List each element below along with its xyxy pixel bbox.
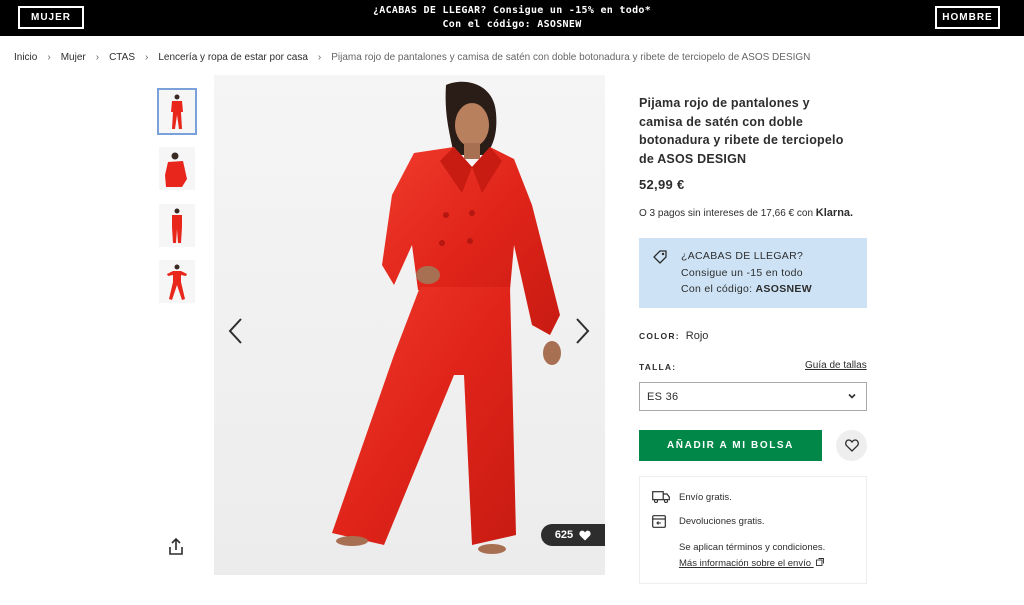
klarna-installments: O 3 pagos sin intereses de 17,66 € con K… bbox=[639, 207, 853, 219]
model-thumbnail-image bbox=[171, 94, 183, 129]
promo-box-line3: Con el código: ASOSNEW bbox=[681, 281, 812, 298]
breadcrumb-home[interactable]: Inicio bbox=[14, 52, 37, 63]
free-returns-row: Devoluciones gratis. bbox=[652, 515, 765, 528]
klarna-text: O 3 pagos sin intereses de 17,66 € con bbox=[639, 208, 814, 219]
model-photo-illustration bbox=[214, 75, 605, 575]
price-tag-icon bbox=[653, 250, 667, 264]
free-shipping-row: Envío gratis. bbox=[652, 491, 732, 503]
size-guide-link[interactable]: Guía de tallas bbox=[805, 360, 867, 371]
share-icon[interactable] bbox=[166, 537, 186, 557]
chevron-left-icon[interactable] bbox=[226, 316, 246, 346]
returns-icon bbox=[652, 515, 666, 528]
promo-box-line2: Consigue un -15 en todo bbox=[681, 266, 803, 279]
likes-count: 625 bbox=[554, 529, 574, 541]
color-option: COLOR: Rojo bbox=[639, 330, 708, 342]
free-shipping-text: Envío gratis. bbox=[679, 491, 732, 503]
promo-box-line1: ¿ACABAS DE LLEGAR? bbox=[681, 250, 804, 262]
breadcrumb-women[interactable]: Mujer bbox=[61, 52, 86, 63]
breadcrumb-current-product: Pijama rojo de pantalones y camisa de sa… bbox=[331, 51, 811, 63]
model-thumbnail-image bbox=[167, 264, 187, 300]
shipping-info-link-text: Más información sobre el envío bbox=[679, 558, 812, 569]
gallery-thumbnail[interactable] bbox=[159, 260, 195, 303]
size-label: TALLA: bbox=[639, 362, 677, 372]
color-value: Rojo bbox=[685, 330, 709, 342]
product-title: Pijama rojo de pantalones y camisa de sa… bbox=[639, 96, 844, 166]
heart-icon bbox=[579, 530, 591, 540]
breadcrumb-separator-icon: › bbox=[145, 51, 149, 63]
breadcrumb-ctas[interactable]: CTAS bbox=[109, 52, 135, 63]
size-select[interactable]: ES 36 bbox=[639, 382, 867, 411]
free-returns-text: Devoluciones gratis. bbox=[679, 516, 765, 527]
promo-banner-line1: ¿ACABAS DE LLEGAR? Consigue un -15% en t… bbox=[372, 5, 652, 16]
breadcrumb-separator-icon: › bbox=[95, 51, 100, 63]
likes-counter[interactable]: 625 bbox=[541, 524, 605, 546]
product-price: 52,99 € bbox=[639, 177, 685, 192]
terms-text: Se aplican términos y condiciones. bbox=[679, 542, 826, 553]
heart-outline-icon bbox=[844, 439, 859, 452]
men-button[interactable]: HOMBRE bbox=[935, 6, 1000, 29]
breadcrumb-separator-icon: › bbox=[317, 51, 322, 63]
color-label: COLOR: bbox=[639, 331, 680, 341]
add-to-bag-button[interactable]: AÑADIR A MI BOLSA bbox=[639, 430, 822, 461]
chevron-right-icon[interactable] bbox=[572, 316, 592, 346]
promo-code: ASOSNEW bbox=[755, 283, 812, 295]
save-for-later-button[interactable] bbox=[836, 430, 867, 461]
women-button[interactable]: MUJER bbox=[18, 6, 84, 29]
gallery-thumbnail[interactable] bbox=[159, 147, 195, 190]
promo-topbar: MUJER ¿ACABAS DE LLEGAR? Consigue un -15… bbox=[0, 0, 1024, 36]
truck-icon bbox=[652, 491, 670, 503]
promo-banner-line2: Con el código: ASOSNEW bbox=[442, 19, 582, 30]
chevron-down-icon bbox=[848, 393, 856, 399]
product-main-image[interactable] bbox=[214, 75, 605, 575]
promo-banner[interactable]: ¿ACABAS DE LLEGAR? Consigue un -15% en t… bbox=[300, 4, 724, 32]
model-thumbnail-image bbox=[172, 208, 182, 243]
breadcrumb: Inicio › Mujer › CTAS › Lencería y ropa … bbox=[14, 50, 810, 64]
delivery-info: Envío gratis. Devoluciones gratis. Se ap… bbox=[639, 476, 867, 584]
model-thumbnail-image bbox=[165, 152, 187, 187]
size-select-value: ES 36 bbox=[647, 390, 679, 403]
promo-code-prefix: Con el código: bbox=[681, 283, 753, 295]
new-customer-promo: ¿ACABAS DE LLEGAR? Consigue un -15 en to… bbox=[639, 238, 867, 308]
breadcrumb-separator-icon: › bbox=[47, 51, 51, 63]
external-link-icon bbox=[815, 558, 824, 566]
gallery-thumbnail[interactable] bbox=[157, 88, 197, 135]
shipping-info-link[interactable]: Más información sobre el envío bbox=[679, 558, 824, 569]
breadcrumb-lingerie[interactable]: Lencería y ropa de estar por casa bbox=[158, 52, 308, 63]
gallery-thumbnail[interactable] bbox=[159, 204, 195, 247]
klarna-logo[interactable]: Klarna. bbox=[816, 207, 853, 219]
